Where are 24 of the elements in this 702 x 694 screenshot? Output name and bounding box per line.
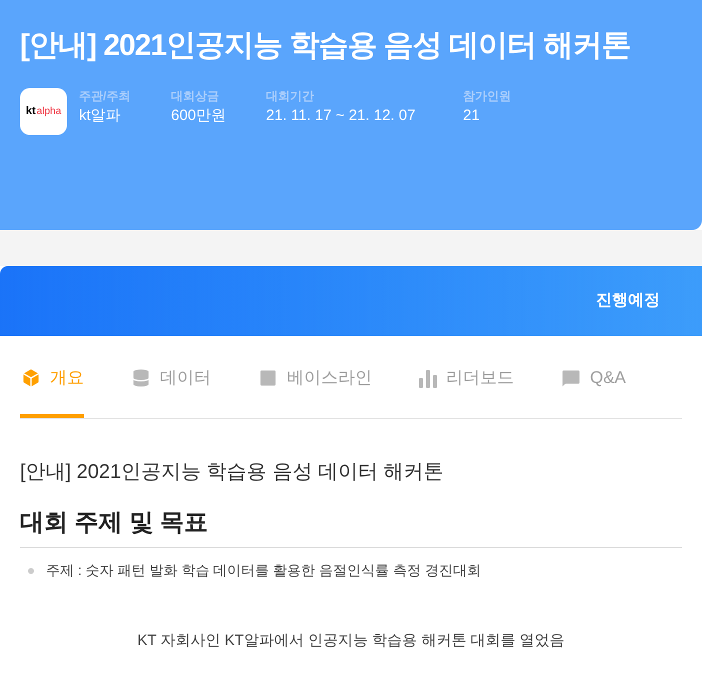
- info-value: 21: [463, 106, 481, 126]
- info-label: 대회기간: [266, 88, 315, 104]
- info-value: 21. 11. 17 ~ 21. 12. 07: [266, 106, 416, 126]
- tab[interactable]: 개요: [20, 341, 84, 418]
- tab[interactable]: 리더보드: [418, 341, 514, 418]
- paragraph: KT 자회사인 KT알파에서 인공지능 학습용 해커톤 대회를 열었음: [137, 632, 565, 649]
- tab[interactable]: 베이스라인: [257, 341, 372, 418]
- info-label: 대회상금: [171, 88, 220, 104]
- bar-chart-icon: [418, 368, 438, 388]
- tab[interactable]: 데이터: [130, 341, 211, 418]
- database-icon: [130, 366, 152, 388]
- status-text: 진행예정: [596, 291, 660, 311]
- section-heading: 대회 주제 및 목표: [20, 505, 682, 548]
- info-label: 주관/주최: [79, 88, 132, 104]
- info-value: 600만원: [171, 106, 228, 126]
- info-value: kt알파: [79, 106, 122, 126]
- cube-icon: [20, 366, 42, 388]
- content-title: [안내] 2021인공지능 학습용 음성 데이터 해커톤: [20, 460, 444, 485]
- info-label: 참가인원: [463, 88, 511, 104]
- page-title: [안내] 2021인공지능 학습용 음성 데이터 해커톤: [20, 28, 632, 64]
- logo-text: alpha: [36, 105, 62, 119]
- logo-text: kt: [26, 104, 36, 120]
- tab[interactable]: Q&A: [560, 341, 626, 418]
- bullet-text: 주제 : 숫자 패턴 발화 학습 데이터를 활용한 음절인식률 측정 경진대회: [46, 561, 481, 580]
